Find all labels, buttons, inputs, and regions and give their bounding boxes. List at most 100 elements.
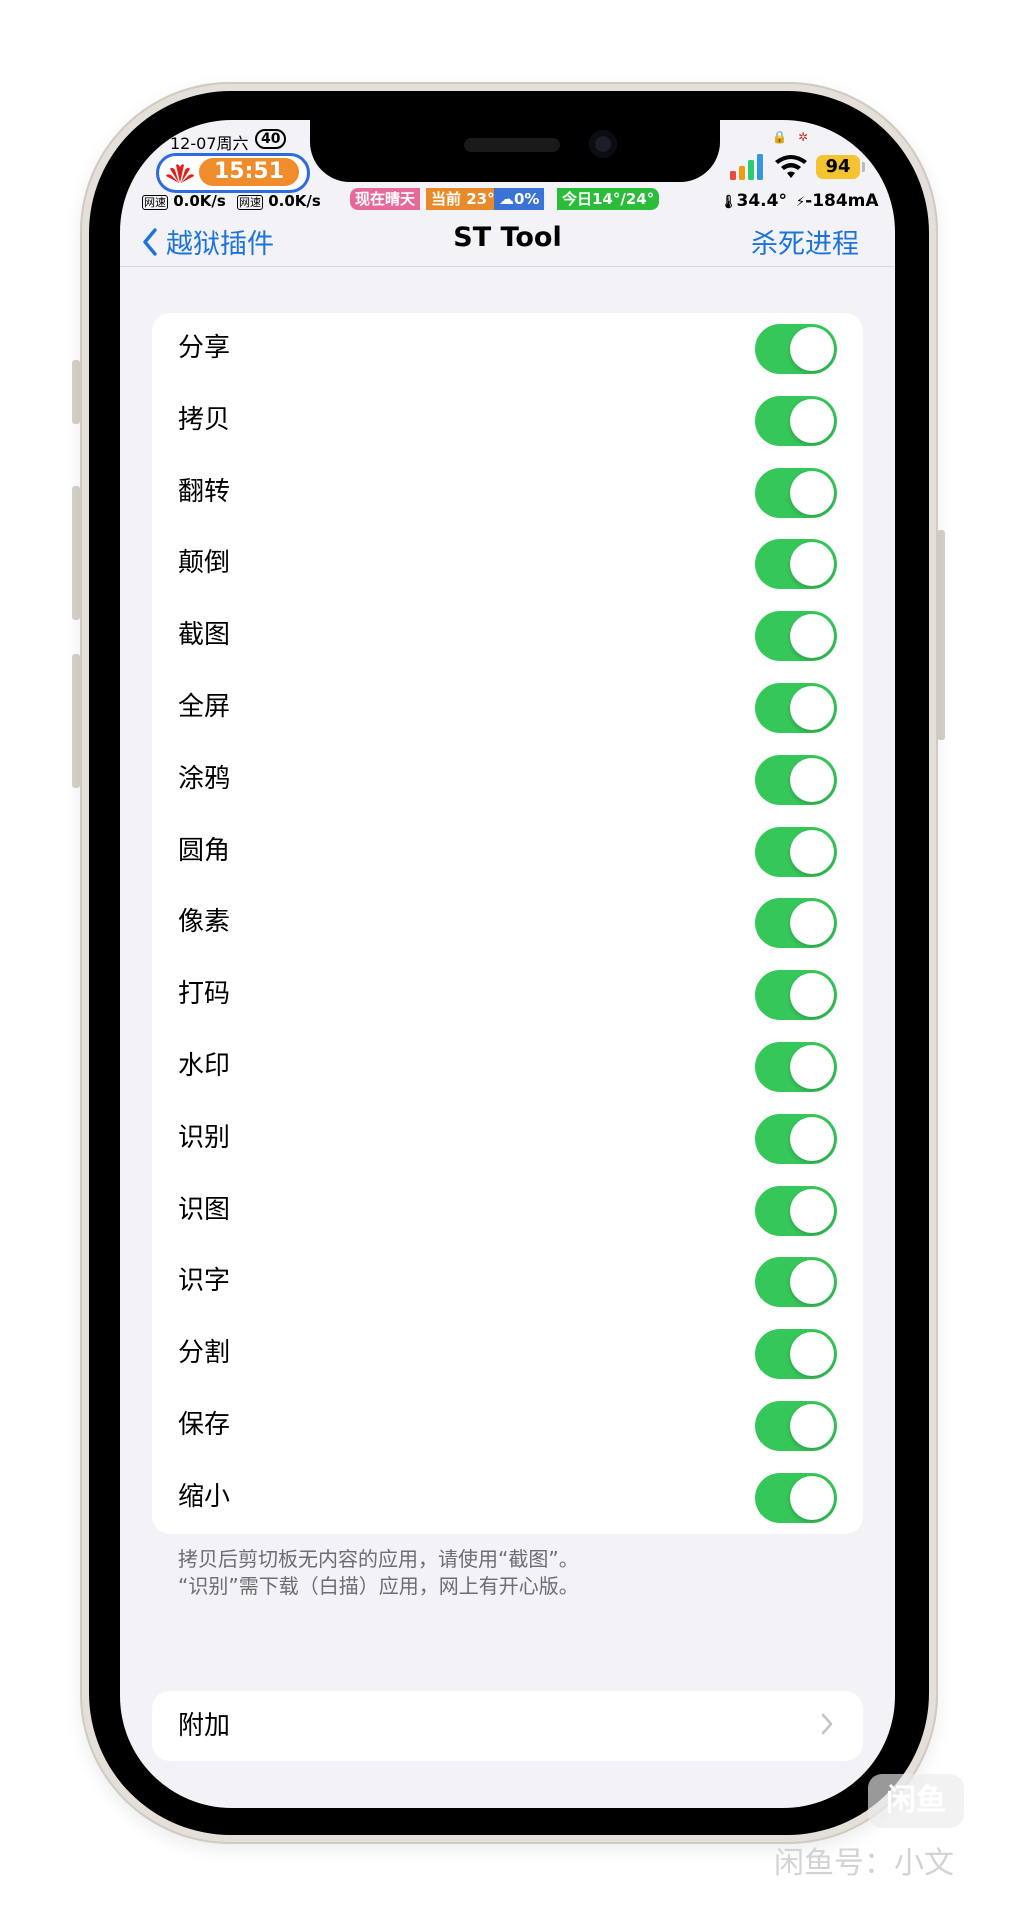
- net-up-value: 0.0K/s: [268, 192, 321, 210]
- toggle-knob: [790, 973, 834, 1018]
- status-date: 12-07周六: [170, 134, 249, 153]
- net-down: 网速 0.0K/s: [142, 192, 226, 210]
- toggle-row: 颠倒: [152, 528, 863, 600]
- navigation-bar: 越狱插件 ST Tool 杀死进程: [120, 210, 895, 267]
- battery-level: 94: [816, 155, 860, 179]
- toggle-label: 打码: [178, 979, 231, 1010]
- chevron-right-icon: [821, 1713, 833, 1735]
- toggle-row: 分割: [152, 1318, 863, 1390]
- toggle-switch[interactable]: [755, 1329, 837, 1380]
- toggle-row: 全屏: [152, 672, 863, 744]
- status-date-badge: 40: [255, 129, 287, 149]
- weather-today: 今日14°/24°: [557, 188, 660, 210]
- toggle-row: 保存: [152, 1390, 863, 1462]
- toggle-switch[interactable]: [755, 1113, 837, 1164]
- toggle-switch[interactable]: [755, 1041, 837, 1092]
- toggle-knob: [790, 398, 834, 443]
- toggle-knob: [790, 1044, 834, 1089]
- toggle-row: 分享: [152, 313, 863, 385]
- xianyu-watermark-text: 闲鱼号：小文: [774, 1846, 954, 1881]
- toggle-label: 翻转: [178, 476, 231, 507]
- time-capsule: 15:51: [156, 153, 310, 193]
- net-down-value: 0.0K/s: [173, 192, 226, 210]
- toggle-knob: [790, 1116, 834, 1161]
- xianyu-watermark-logo: 闲鱼: [868, 1774, 964, 1828]
- toggle-row: 截图: [152, 600, 863, 672]
- toggle-label: 识图: [178, 1194, 231, 1225]
- toggle-switch[interactable]: [755, 754, 837, 805]
- net-down-label: 网速: [142, 195, 168, 210]
- toggle-knob: [790, 757, 834, 802]
- toggle-list: 分享拷贝翻转颠倒截图全屏涂鸦圆角像素打码水印识别识图识字分割保存缩小: [152, 313, 863, 1534]
- status-time: 15:51: [199, 158, 299, 186]
- toggle-switch[interactable]: [755, 1472, 837, 1523]
- toggle-label: 涂鸦: [178, 763, 231, 794]
- weather-rain-value: 0%: [514, 190, 540, 208]
- phone-screen: 12-07周六 40 15:51 网速 0.0K/s 网速 0.0K/s 现在晴…: [120, 120, 895, 1808]
- toggle-list-footer: 拷贝后剪切板无内容的应用，请使用“截图”。 “识别”需下载（白描）应用，网上有开…: [178, 1546, 579, 1600]
- device-temperature-value: 34.4°: [736, 191, 787, 211]
- weather-current: 当前 23°: [426, 188, 500, 210]
- toggle-label: 水印: [178, 1050, 231, 1081]
- volume-down-button: [72, 654, 80, 788]
- weather-now: 现在晴天: [350, 188, 421, 210]
- toggle-row: 圆角: [152, 816, 863, 888]
- toggle-switch[interactable]: [755, 970, 837, 1021]
- lock-icon: 🔒: [772, 130, 787, 144]
- toggle-row: 识别: [152, 1103, 863, 1175]
- toggle-label: 识字: [178, 1266, 231, 1297]
- toggle-label: 圆角: [178, 835, 231, 866]
- toggle-label: 识别: [178, 1122, 231, 1153]
- power-button: [937, 530, 945, 740]
- toggle-switch[interactable]: [755, 611, 837, 662]
- plug-icon: ⚡: [796, 195, 806, 210]
- rain-cloud-icon: ☁: [499, 190, 514, 208]
- toggle-row: 缩小: [152, 1462, 863, 1534]
- toggle-switch[interactable]: [755, 1257, 837, 1308]
- toggle-label: 保存: [178, 1409, 231, 1440]
- toggle-knob: [790, 901, 834, 946]
- notch: [310, 120, 720, 182]
- status-bar: 12-07周六 40 15:51 网速 0.0K/s 网速 0.0K/s 现在晴…: [120, 120, 895, 211]
- toggle-label: 分割: [178, 1338, 231, 1369]
- toggle-label: 拷贝: [178, 404, 231, 435]
- toggle-switch[interactable]: [755, 539, 837, 590]
- thermometer-icon: 🌡: [720, 195, 737, 210]
- net-up-label: 网速: [237, 195, 263, 210]
- toggle-switch[interactable]: [755, 467, 837, 518]
- toggle-switch[interactable]: [755, 682, 837, 733]
- toggle-row: 像素: [152, 887, 863, 959]
- extra-row[interactable]: 附加: [152, 1691, 863, 1761]
- signal-bars-icon: [730, 154, 763, 180]
- toggle-knob: [790, 614, 834, 659]
- kill-process-button[interactable]: 杀死进程: [751, 222, 859, 261]
- toggle-row: 水印: [152, 1031, 863, 1103]
- toggle-label: 截图: [178, 620, 231, 651]
- toggle-row: 拷贝: [152, 385, 863, 457]
- battery-nub: [862, 162, 865, 172]
- toggle-knob: [790, 542, 834, 587]
- footer-line-1: 拷贝后剪切板无内容的应用，请使用“截图”。: [178, 1547, 579, 1571]
- toggle-switch[interactable]: [755, 898, 837, 949]
- toggle-switch[interactable]: [755, 1400, 837, 1451]
- battery-current-value: -184mA: [805, 191, 879, 211]
- toggle-knob: [790, 1475, 834, 1520]
- toggle-knob: [790, 1188, 834, 1233]
- toggle-row: 打码: [152, 959, 863, 1031]
- toggle-switch[interactable]: [755, 324, 837, 374]
- toggle-switch[interactable]: [755, 826, 837, 877]
- toggle-knob: [790, 1403, 834, 1448]
- toggle-label: 像素: [178, 907, 231, 938]
- toggle-switch[interactable]: [755, 1185, 837, 1236]
- toggle-row: 翻转: [152, 457, 863, 529]
- wifi-icon: [775, 155, 807, 178]
- toggle-knob: [790, 327, 834, 371]
- mute-switch: [72, 360, 80, 424]
- toggle-switch[interactable]: [755, 395, 837, 446]
- toggle-knob: [790, 829, 834, 874]
- toggle-row: 识字: [152, 1246, 863, 1318]
- toggle-row: 涂鸦: [152, 744, 863, 816]
- weather-rain: ☁0%: [494, 188, 545, 210]
- extra-label: 附加: [178, 1711, 231, 1741]
- toggle-knob: [790, 470, 834, 515]
